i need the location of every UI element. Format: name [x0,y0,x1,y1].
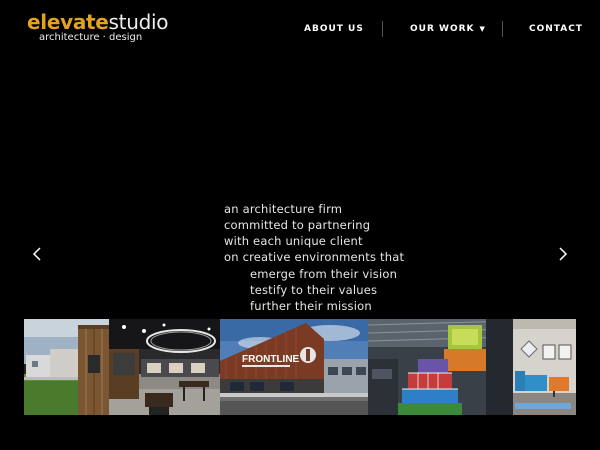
nav-about-us[interactable]: ABOUT US [304,18,364,40]
tagline-line: testify to their values [250,283,378,297]
carousel-next-button[interactable] [549,240,577,268]
project-photo-interior[interactable] [109,319,220,415]
tagline-line: emerge from their vision [250,267,398,281]
tagline-line: on creative environments that [224,250,405,264]
project-photo-lounge[interactable] [513,319,576,415]
carousel-prev-button[interactable] [24,240,52,268]
tagline-line: an architecture firm [224,202,343,216]
nav-divider [502,21,503,37]
project-photo-atrium[interactable] [368,319,513,415]
main-nav: ABOUT US OUR WORK ▼ CONTACT [0,18,600,40]
nav-divider [382,21,383,37]
building-sign-text: FRONTLINE [242,354,300,365]
tagline-line: with each unique client [224,234,363,248]
nav-contact[interactable]: CONTACT [529,18,583,40]
project-photo-exterior[interactable] [24,319,109,415]
chevron-right-icon [559,247,568,261]
chevron-left-icon [32,247,41,261]
nav-our-work-label: OUR WORK [410,24,475,34]
project-gallery: FRONTLINE [24,319,576,415]
nav-our-work[interactable]: OUR WORK ▼ [410,18,485,40]
tagline-line: committed to partnering [224,218,371,232]
project-photo-frontline[interactable]: FRONTLINE [220,319,368,415]
tagline-line: further their mission [250,299,372,313]
chevron-down-icon: ▼ [479,25,485,33]
